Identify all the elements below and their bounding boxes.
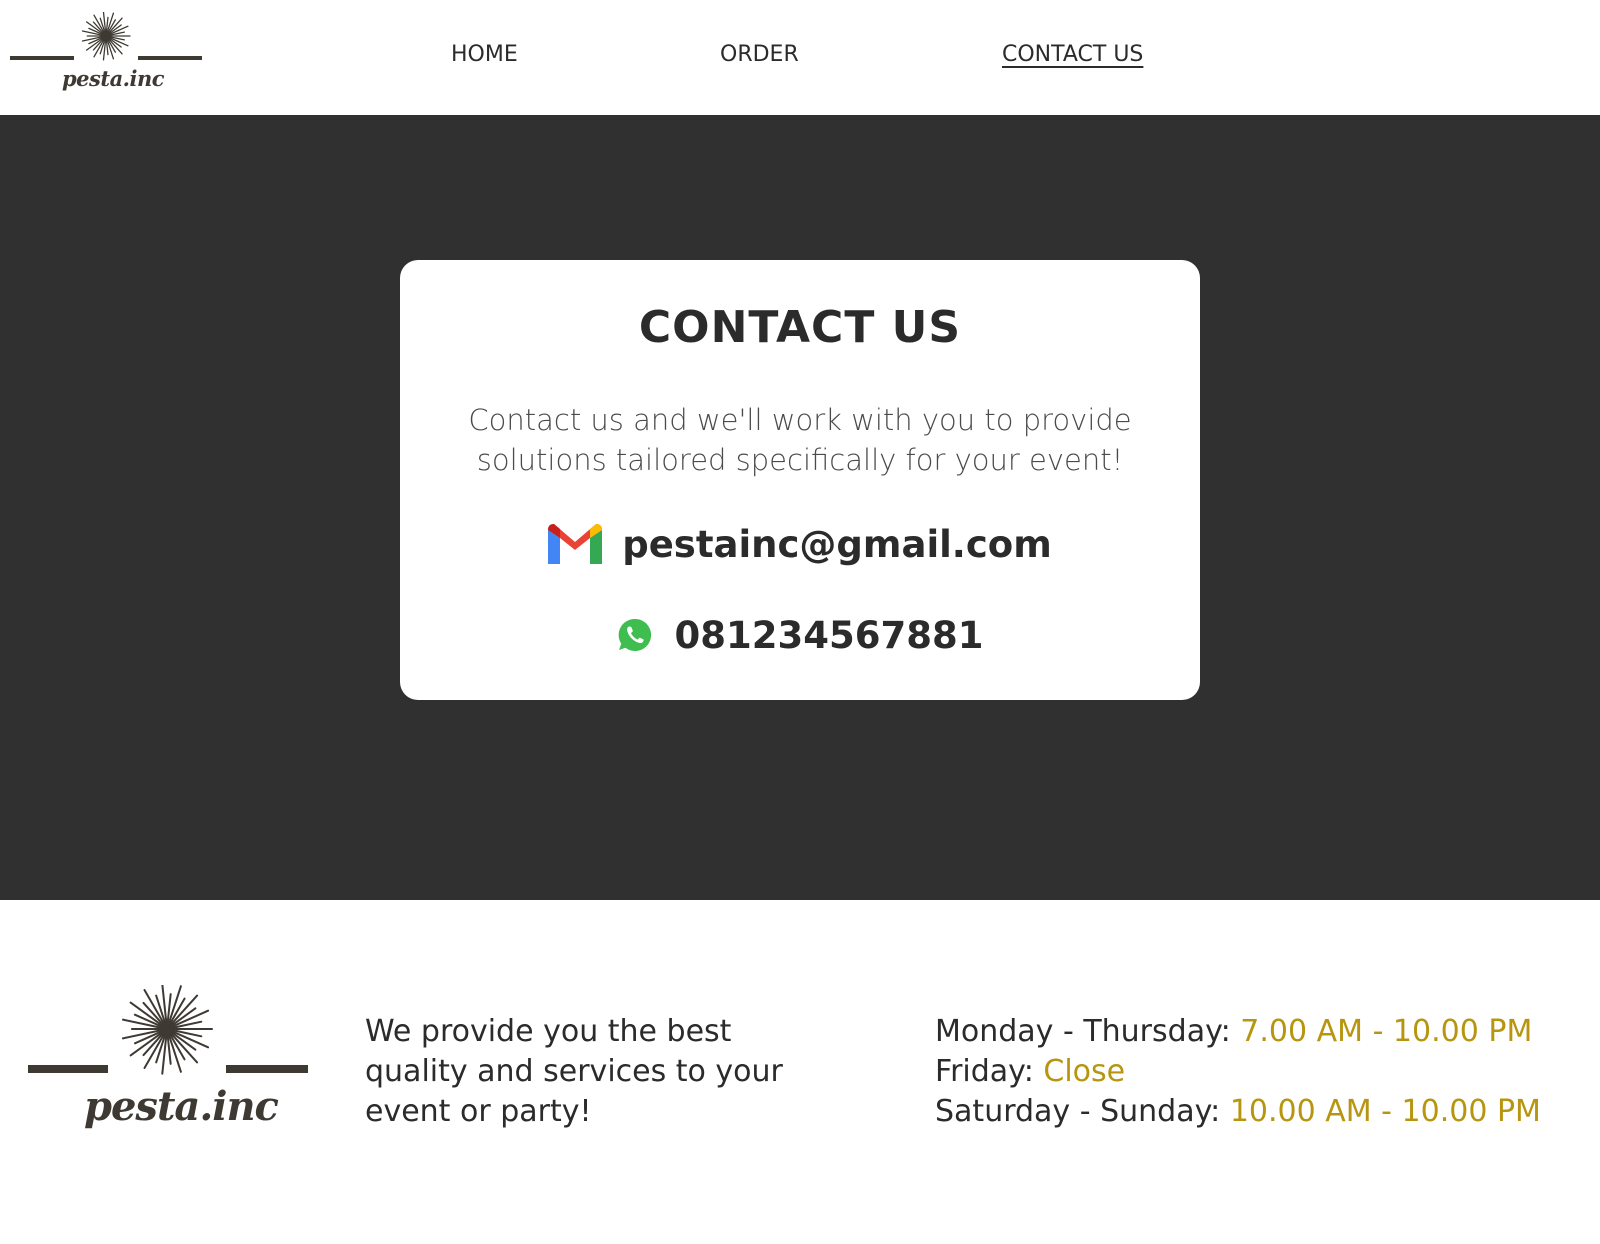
site-header: pesta.inc HOME ORDER CONTACT US xyxy=(0,0,1600,115)
hours-day: Saturday - Sunday: xyxy=(935,1094,1230,1129)
hours-day: Friday: xyxy=(935,1054,1044,1089)
phone-number[interactable]: 081234567881 xyxy=(675,614,984,657)
hours-time: 7.00 AM - 10.00 PM xyxy=(1240,1014,1533,1049)
contact-card-title: CONTACT US xyxy=(638,302,962,353)
gmail-icon xyxy=(548,524,603,564)
email-address[interactable]: pestainc@gmail.com xyxy=(622,523,1052,566)
opening-hours: Monday - Thursday: 7.00 AM - 10.00 PM Fr… xyxy=(935,1012,1595,1132)
footer-brand-logo: pesta.inc xyxy=(28,985,308,1145)
contact-card-description: Contact us and we'll work with you to pr… xyxy=(468,403,1132,477)
hours-day: Monday - Thursday: xyxy=(935,1014,1241,1049)
brand-logo[interactable]: pesta.inc xyxy=(10,12,204,102)
hours-row: Friday: Close xyxy=(935,1052,1595,1092)
site-footer: pesta.inc We provide you the best qualit… xyxy=(0,900,1600,1244)
hours-row: Monday - Thursday: 7.00 AM - 10.00 PM xyxy=(935,1012,1595,1052)
hours-time: Close xyxy=(1043,1054,1126,1089)
email-contact-row[interactable]: pestainc@gmail.com xyxy=(400,516,1200,572)
nav-order-link[interactable]: ORDER xyxy=(720,42,799,67)
whatsapp-icon xyxy=(617,617,653,653)
nav-home-link[interactable]: HOME xyxy=(451,42,518,67)
phone-contact-row[interactable]: 081234567881 xyxy=(400,610,1200,660)
footer-brand-wordmark: pesta.inc xyxy=(84,1083,279,1130)
contact-hero-section: CONTACT US Contact us and we'll work wit… xyxy=(0,115,1600,900)
footer-tagline: We provide you the best quality and serv… xyxy=(365,1014,783,1129)
hours-row: Saturday - Sunday: 10.00 AM - 10.00 PM xyxy=(935,1092,1595,1132)
contact-card: CONTACT US Contact us and we'll work wit… xyxy=(400,260,1200,700)
nav-contact-us-link[interactable]: CONTACT US xyxy=(1002,42,1143,67)
hours-time: 10.00 AM - 10.00 PM xyxy=(1229,1094,1541,1129)
brand-wordmark: pesta.inc xyxy=(62,66,165,91)
